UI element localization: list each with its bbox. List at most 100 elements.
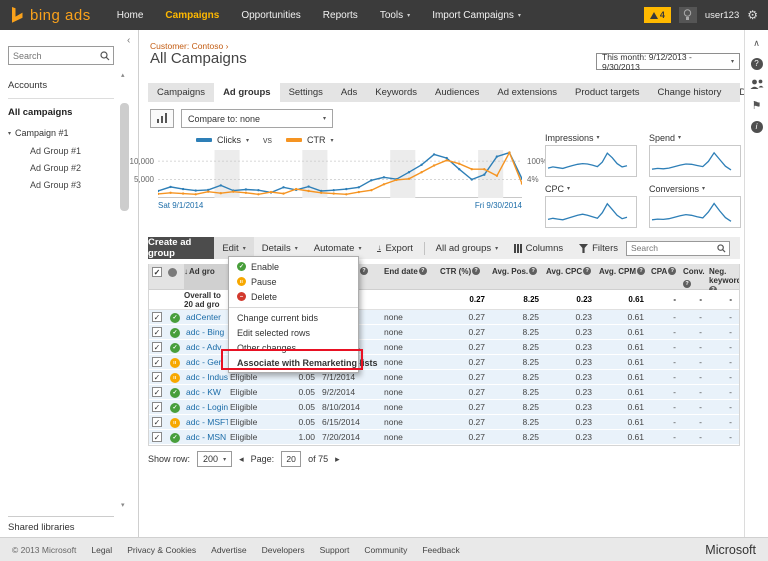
row-checkbox[interactable]: ✓: [152, 357, 162, 367]
chevron-up-icon[interactable]: ∧: [753, 38, 760, 49]
help-icon[interactable]: ?: [360, 267, 368, 275]
nav-campaigns[interactable]: Campaigns: [165, 10, 219, 21]
menu-item-associate-with-remarketing-lists[interactable]: Associate with Remarketing lists: [229, 355, 358, 370]
menu-item-delete[interactable]: –Delete: [229, 289, 358, 304]
tab-ads[interactable]: Ads: [332, 83, 366, 102]
ad-group-link[interactable]: adc - Industry: [184, 372, 228, 382]
flag-icon[interactable]: ⚑: [752, 99, 762, 112]
help-icon[interactable]: ?: [472, 267, 480, 275]
sidebar-item-ad-group-3[interactable]: Ad Group #3: [30, 177, 81, 194]
mini-chart-metric-impressions[interactable]: Impressions ▾: [545, 132, 637, 143]
nav-tools[interactable]: Tools▾: [380, 10, 410, 21]
column-header-avg-cpc[interactable]: Avg. CPC ?: [546, 264, 599, 290]
help-icon[interactable]: ?: [529, 267, 537, 275]
tab-ad-extensions[interactable]: Ad extensions: [488, 83, 566, 102]
row-checkbox[interactable]: ✓: [152, 327, 162, 337]
tab-product-targets[interactable]: Product targets: [566, 83, 648, 102]
tree-expand-icon[interactable]: ▾: [8, 130, 11, 137]
nav-opportunities[interactable]: Opportunities: [241, 10, 300, 21]
menu-item-edit-selected-rows[interactable]: Edit selected rows: [229, 325, 358, 340]
sidebar-item-ad-group-2[interactable]: Ad Group #2: [30, 160, 81, 177]
row-checkbox[interactable]: ✓: [152, 387, 162, 397]
columns-button[interactable]: Columns: [506, 237, 571, 259]
rows-per-page-select[interactable]: 200 ▾: [197, 451, 232, 467]
next-page-icon[interactable]: ▸: [335, 454, 340, 465]
row-checkbox[interactable]: ✓: [152, 312, 162, 322]
sidebar-search-input[interactable]: [9, 51, 100, 61]
filters-button[interactable]: Filters: [571, 237, 626, 259]
scrollbar-up-icon[interactable]: ▴: [121, 71, 125, 79]
mini-chart-metric-conversions[interactable]: Conversions ▾: [649, 183, 741, 194]
collapse-sidebar-icon[interactable]: ‹: [127, 35, 130, 46]
alerts-badge[interactable]: 4: [644, 7, 671, 23]
bing-ads-logo[interactable]: bing ads: [10, 7, 91, 24]
people-icon[interactable]: [750, 79, 764, 90]
search-icon[interactable]: [717, 244, 726, 253]
row-checkbox[interactable]: ✓: [152, 417, 162, 427]
export-button[interactable]: ↓Export: [369, 237, 420, 259]
column-header-cpa[interactable]: CPA ?: [651, 264, 683, 290]
ideas-button[interactable]: [679, 7, 697, 23]
help-icon[interactable]: ?: [583, 267, 591, 275]
sidebar-item-shared-libraries[interactable]: Shared libraries: [8, 522, 75, 533]
footer-link-privacy-cookies[interactable]: Privacy & Cookies: [127, 545, 196, 555]
tab-settings[interactable]: Settings: [280, 83, 332, 102]
tab-ad-groups[interactable]: Ad groups: [214, 83, 280, 102]
ad-group-link[interactable]: adCenter: [184, 312, 228, 322]
column-header-ad-group[interactable]: ↓ Ad gro: [184, 264, 230, 290]
ad-group-link[interactable]: adc - Login: [184, 402, 228, 412]
column-header-ctr[interactable]: CTR (%) ?: [440, 264, 492, 290]
column-header-conv[interactable]: Conv. ?: [683, 264, 709, 290]
ad-group-link[interactable]: adc - Bing: [184, 327, 228, 337]
ad-group-link[interactable]: adc - Adv: [184, 342, 228, 352]
chart-toggle-button[interactable]: [150, 109, 174, 128]
select-all-checkbox[interactable]: ✓: [152, 267, 162, 277]
chevron-down-icon[interactable]: ▾: [331, 137, 334, 144]
ad-group-link[interactable]: adc - KW: [184, 387, 228, 397]
all-ad-groups-dropdown[interactable]: All ad groups▾: [428, 237, 506, 259]
row-checkbox[interactable]: ✓: [152, 432, 162, 442]
search-icon[interactable]: [100, 51, 110, 61]
mini-chart-metric-spend[interactable]: Spend ▾: [649, 132, 741, 143]
footer-link-legal[interactable]: Legal: [91, 545, 112, 555]
help-icon[interactable]: ?: [668, 267, 676, 275]
column-header-avg-pos[interactable]: Avg. Pos. ?: [492, 264, 546, 290]
help-icon[interactable]: ?: [637, 267, 645, 275]
footer-link-support[interactable]: Support: [320, 545, 350, 555]
nav-reports[interactable]: Reports: [323, 10, 358, 21]
legend-metric-2[interactable]: CTR: [307, 135, 326, 145]
info-icon[interactable]: i: [751, 121, 763, 133]
create-ad-group-button[interactable]: Create ad group: [148, 237, 214, 259]
help-icon[interactable]: ?: [751, 58, 763, 70]
sidebar-item-accounts[interactable]: Accounts: [8, 80, 47, 91]
footer-link-community[interactable]: Community: [364, 545, 407, 555]
nav-home[interactable]: Home: [117, 10, 144, 21]
help-icon[interactable]: ?: [683, 280, 691, 288]
footer-link-feedback[interactable]: Feedback: [422, 545, 459, 555]
table-search-input[interactable]: [627, 243, 717, 253]
sidebar-item-campaign-1[interactable]: ▾ Campaign #1: [8, 128, 69, 138]
nav-import-campaigns[interactable]: Import Campaigns▾: [432, 10, 521, 21]
scrollbar-down-icon[interactable]: ▾: [121, 501, 125, 509]
mini-chart-metric-cpc[interactable]: CPC ▾: [545, 183, 637, 194]
row-checkbox[interactable]: ✓: [152, 402, 162, 412]
help-icon[interactable]: ?: [709, 286, 717, 290]
ad-group-link[interactable]: adc - Gen: [184, 357, 228, 367]
legend-metric-1[interactable]: Clicks: [217, 135, 241, 145]
username-label[interactable]: user123: [705, 10, 739, 21]
column-header-end-date[interactable]: End date ?: [384, 264, 440, 290]
menu-item-change-current-bids[interactable]: Change current bids: [229, 307, 358, 325]
row-checkbox[interactable]: ✓: [152, 342, 162, 352]
tab-audiences[interactable]: Audiences: [426, 83, 488, 102]
tab-campaigns[interactable]: Campaigns: [148, 83, 214, 102]
chevron-down-icon[interactable]: ▾: [246, 137, 249, 144]
row-checkbox[interactable]: ✓: [152, 372, 162, 382]
page-number-input[interactable]: 20: [281, 451, 301, 467]
column-header-avg-cpm[interactable]: Avg. CPM ?: [599, 264, 651, 290]
help-icon[interactable]: ?: [419, 267, 427, 275]
column-header-neg-keywords[interactable]: Neg. keywords ?: [709, 264, 739, 290]
sidebar-item-ad-group-1[interactable]: Ad Group #1: [30, 143, 81, 160]
menu-item-other-changes[interactable]: Other changes: [229, 340, 358, 355]
footer-link-advertise[interactable]: Advertise: [211, 545, 246, 555]
sidebar-item-all-campaigns[interactable]: All campaigns: [8, 107, 72, 118]
